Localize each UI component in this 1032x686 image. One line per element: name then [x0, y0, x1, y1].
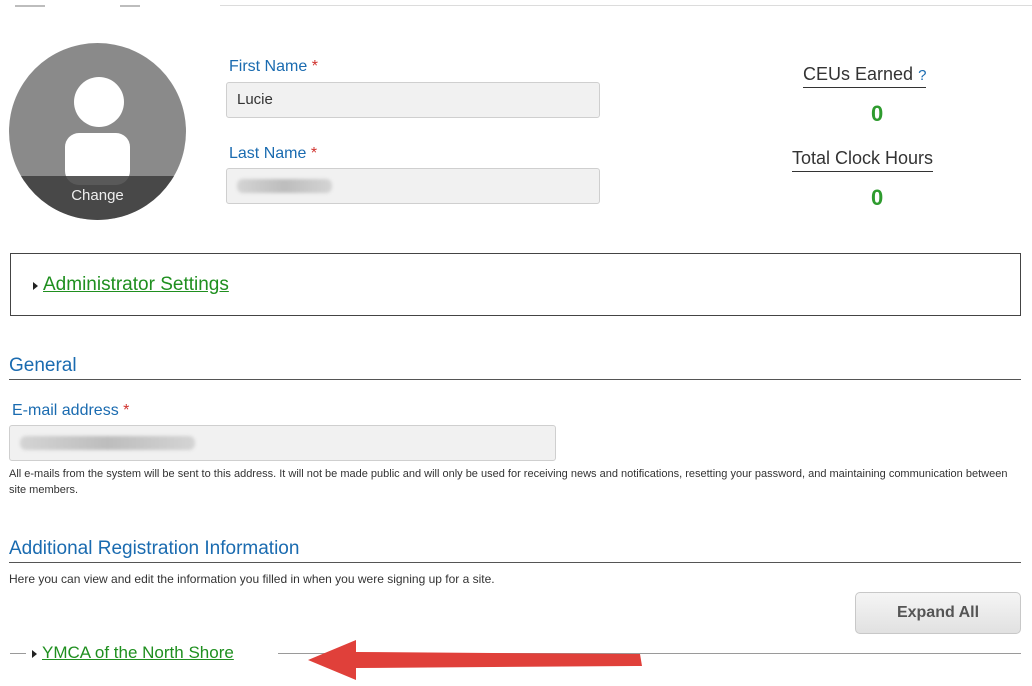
- ymca-group-toggle[interactable]: YMCA of the North Shore: [32, 643, 234, 663]
- redacted-value: [20, 436, 195, 451]
- email-help-text: All e-mails from the system will be sent…: [9, 468, 1008, 496]
- required-marker: *: [310, 145, 318, 162]
- additional-registration-title: Additional Registration Information: [9, 538, 1021, 563]
- additional-registration-description: Here you can view and edit the informati…: [9, 572, 495, 586]
- administrator-settings-panel: Administrator Settings: [10, 253, 1021, 316]
- last-name-label: Last Name *: [229, 145, 318, 162]
- avatar-change-button[interactable]: Change: [9, 176, 186, 220]
- ceus-earned-value: 0: [871, 101, 884, 126]
- expand-all-button[interactable]: Expand All: [855, 592, 1021, 634]
- annotation-arrow-icon: [308, 640, 642, 680]
- total-clock-hours-value: 0: [871, 185, 884, 210]
- ceus-earned-label: CEUs Earned ?: [803, 64, 927, 88]
- administrator-settings-toggle[interactable]: Administrator Settings: [33, 274, 229, 296]
- email-label: E-mail address *: [12, 402, 130, 419]
- required-marker: *: [311, 58, 318, 75]
- avatar-head-icon: [74, 77, 124, 127]
- total-clock-hours-label: Total Clock Hours: [792, 148, 934, 172]
- first-name-label: First Name *: [229, 58, 318, 75]
- caret-right-icon: [33, 281, 38, 290]
- email-field[interactable]: [9, 425, 556, 461]
- ymca-group-link[interactable]: YMCA of the North Shore: [42, 643, 234, 662]
- help-icon[interactable]: ?: [918, 67, 926, 84]
- general-section-title: General: [9, 355, 1021, 380]
- first-name-field[interactable]: Lucie: [226, 82, 600, 118]
- administrator-settings-link[interactable]: Administrator Settings: [43, 274, 229, 295]
- last-name-field[interactable]: [226, 168, 600, 204]
- required-marker: *: [123, 402, 130, 419]
- redacted-value: [237, 179, 332, 194]
- avatar[interactable]: Change: [9, 43, 186, 220]
- top-tab-strip: [0, 0, 1032, 8]
- fieldset-border-left: [10, 653, 26, 654]
- caret-right-icon: [32, 649, 37, 658]
